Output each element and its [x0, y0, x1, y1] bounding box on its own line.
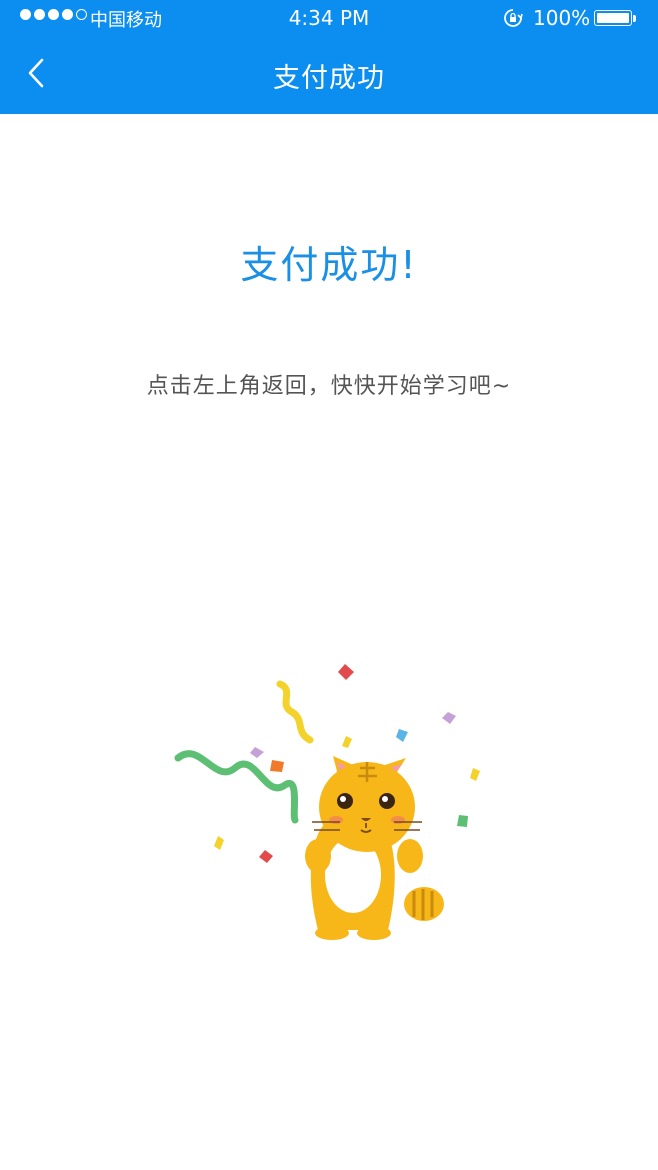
- battery-percentage: 100%: [533, 6, 591, 30]
- page-title: 支付成功: [273, 63, 385, 94]
- celebration-mascot-illustration: [174, 664, 480, 940]
- battery-tip: [633, 15, 636, 22]
- battery-icon: [594, 10, 632, 26]
- header-bar: 中国移动 4:34 PM 100% 支付成功: [0, 0, 658, 114]
- status-bar: 中国移动 4:34 PM 100%: [0, 0, 658, 36]
- rotation-lock-icon: [504, 9, 523, 27]
- success-message: 点击左上角返回，快快开始学习吧~: [146, 374, 512, 399]
- success-heading: 支付成功!: [240, 243, 418, 287]
